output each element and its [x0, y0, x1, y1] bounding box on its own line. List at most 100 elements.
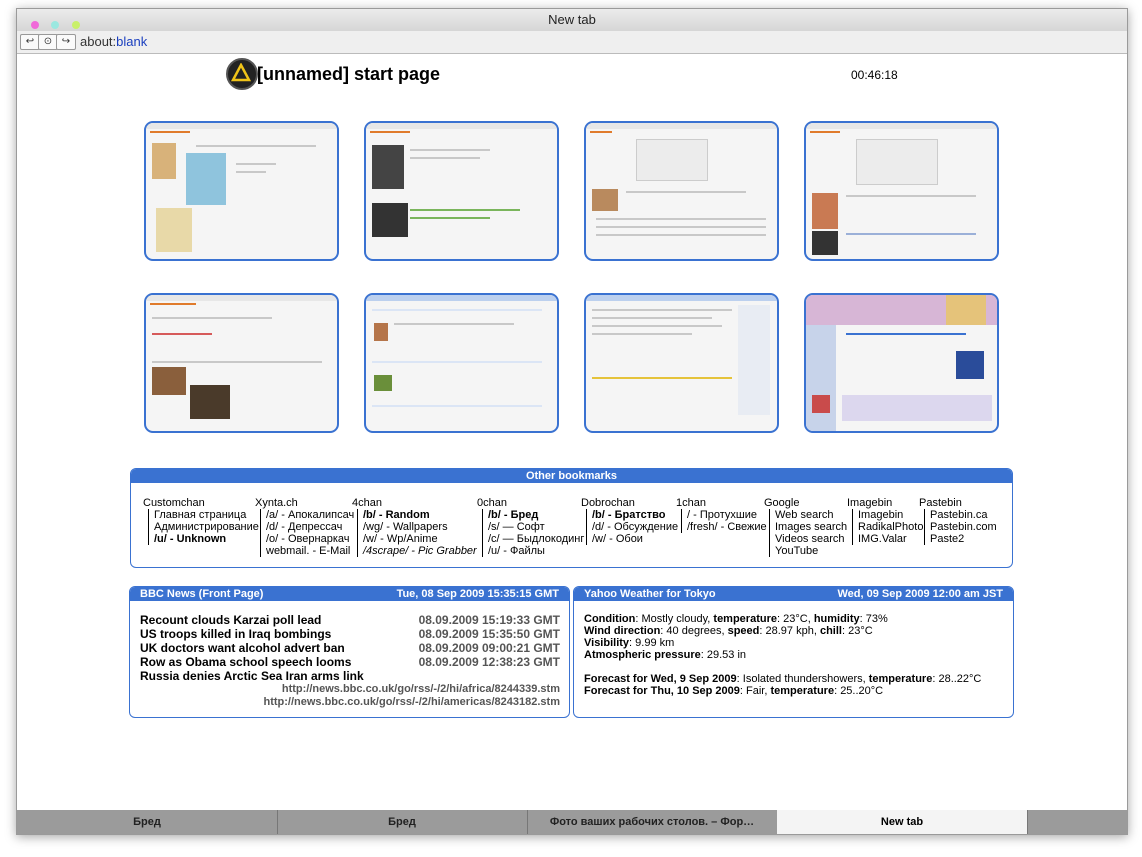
- bookmark-link[interactable]: /b/ - Бред: [482, 509, 584, 521]
- condition-value: Mostly cloudy: [641, 613, 708, 625]
- news-item[interactable]: Recount clouds Karzai poll lead 08.09.200…: [140, 613, 560, 627]
- news-title: BBC News (Front Page): [140, 588, 264, 600]
- address-bar: ↩ ⊙ ↪ about:blank: [17, 31, 1127, 54]
- humidity-value: 73%: [865, 613, 888, 625]
- url-scheme: about:: [80, 34, 117, 49]
- browser-tab[interactable]: Бред: [17, 810, 278, 834]
- bookmark-link[interactable]: /d/ - Депрессач: [260, 521, 354, 533]
- bookmark-link[interactable]: /b/ - Братство: [586, 509, 678, 521]
- news-item-date: 08.09.2009 09:00:21 GMT: [418, 641, 560, 655]
- news-date: Tue, 08 Sep 2009 15:35:15 GMT: [396, 588, 559, 600]
- news-item[interactable]: Russia denies Arctic Sea Iran arms link: [140, 669, 560, 683]
- bookmark-link[interactable]: / - Протухшие: [681, 509, 767, 521]
- forward-button[interactable]: ↪: [56, 34, 76, 50]
- thumbnail-3[interactable]: [584, 121, 779, 261]
- start-page: [unnamed] start page 00:46:18 Other book…: [17, 54, 1127, 810]
- bookmark-link[interactable]: RadikalPhoto: [852, 521, 923, 533]
- bookmark-group-title[interactable]: Xynta.ch: [255, 497, 354, 509]
- minimize-window-button[interactable]: [51, 21, 60, 29]
- thumbnail-5[interactable]: [144, 293, 339, 433]
- forecast-1-temp: 28..22°C: [938, 673, 982, 685]
- bookmark-link[interactable]: /u/ - Файлы: [482, 545, 584, 557]
- news-item-title[interactable]: Row as Obama school speech looms: [140, 655, 351, 669]
- bookmark-group-title[interactable]: 0chan: [477, 497, 584, 509]
- browser-tab[interactable]: Фото ваших рабочих столов. – Фор…: [527, 810, 778, 834]
- bookmark-group-title[interactable]: Pastebin: [919, 497, 997, 509]
- stop-button[interactable]: ⊙: [38, 34, 58, 50]
- bookmark-link[interactable]: Администрирование: [148, 521, 259, 533]
- weather-panel: Yahoo Weather for Tokyo Wed, 09 Sep 2009…: [573, 586, 1014, 718]
- news-url[interactable]: http://news.bbc.co.uk/go/rss/-/2/hi/amer…: [140, 696, 560, 709]
- bookmark-group-title[interactable]: 4chan: [352, 497, 477, 509]
- bookmark-link[interactable]: /d/ - Обсуждение: [586, 521, 678, 533]
- bookmark-link[interactable]: Pastebin.ca: [924, 509, 997, 521]
- thumbnail-2[interactable]: [364, 121, 559, 261]
- pressure-value: 29.53 in: [706, 649, 747, 661]
- weather-date: Wed, 09 Sep 2009 12:00 am JST: [837, 588, 1004, 600]
- browser-tab[interactable]: Бред: [277, 810, 528, 834]
- news-item[interactable]: UK doctors want alcohol advert ban 08.09.…: [140, 641, 560, 655]
- news-url[interactable]: http://news.bbc.co.uk/go/rss/-/2/hi/afri…: [140, 683, 560, 696]
- bookmark-link[interactable]: /wg/ - Wallpapers: [357, 521, 477, 533]
- bookmark-group-title[interactable]: Imagebin: [847, 497, 923, 509]
- humidity-label: humidity: [813, 613, 860, 625]
- bookmark-link[interactable]: /w/ - Обои: [586, 533, 678, 545]
- bookmark-group-title[interactable]: Dobrochan: [581, 497, 678, 509]
- bookmark-link[interactable]: webmail. - E-Mail: [260, 545, 354, 557]
- bookmark-group: 1chan / - Протухшие/fresh/ - Свежие: [676, 497, 767, 533]
- bookmark-link[interactable]: /a/ - Апокалипсач: [260, 509, 354, 521]
- bookmark-group: Xynta.ch/a/ - Апокалипсач/d/ - Депрессач…: [255, 497, 354, 557]
- bookmark-link[interactable]: /b/ - Random: [357, 509, 477, 521]
- news-panel: BBC News (Front Page) Tue, 08 Sep 2009 1…: [129, 586, 570, 718]
- news-item[interactable]: Row as Obama school speech looms 08.09.20…: [140, 655, 560, 669]
- thumbnail-1[interactable]: [144, 121, 339, 261]
- bookmark-group-title[interactable]: Customchan: [143, 497, 259, 509]
- bookmark-link[interactable]: /fresh/ - Свежие: [681, 521, 767, 533]
- close-window-button[interactable]: [31, 21, 39, 29]
- clock: 00:46:18: [851, 68, 898, 82]
- bookmark-link[interactable]: /u/ - Unknown: [148, 533, 259, 545]
- condition-label: Condition: [584, 613, 636, 625]
- news-item-title[interactable]: UK doctors want alcohol advert ban: [140, 641, 345, 655]
- bookmark-link[interactable]: /s/ — Софт: [482, 521, 584, 533]
- bookmark-group-title[interactable]: 1chan: [676, 497, 767, 509]
- bookmark-link[interactable]: /w/ - Wp/Anime: [357, 533, 477, 545]
- bookmark-link[interactable]: Videos search: [769, 533, 847, 545]
- news-item-date: 08.09.2009 15:35:50 GMT: [418, 627, 560, 641]
- news-item-title[interactable]: Recount clouds Karzai poll lead: [140, 613, 321, 627]
- news-item-title[interactable]: Russia denies Arctic Sea Iran arms link: [140, 669, 364, 683]
- bookmark-link[interactable]: Web search: [769, 509, 847, 521]
- bookmark-link[interactable]: Images search: [769, 521, 847, 533]
- weather-body: Condition: Mostly cloudy, temperature: 2…: [584, 613, 982, 697]
- browser-tab[interactable]: New tab: [777, 810, 1028, 834]
- speed-label: speed: [727, 625, 760, 637]
- bookmark-link[interactable]: Paste2: [924, 533, 997, 545]
- bookmark-link[interactable]: YouTube: [769, 545, 847, 557]
- bookmark-link[interactable]: IMG.Valar: [852, 533, 923, 545]
- bookmark-link[interactable]: /o/ - Овернаркач: [260, 533, 354, 545]
- bookmark-link[interactable]: /4scrape/ - Pic Grabber: [357, 545, 477, 557]
- wind-label: Wind direction: [584, 625, 661, 637]
- thumbnail-6[interactable]: [364, 293, 559, 433]
- bookmark-group: Pastebin Pastebin.ca Pastebin.com Paste2: [919, 497, 997, 545]
- bookmark-link[interactable]: /c/ — Быдлокодинг: [482, 533, 584, 545]
- zoom-window-button[interactable]: [71, 21, 80, 29]
- bookmark-group-title[interactable]: Google: [764, 497, 847, 509]
- forecast-2-temp: 25..20°C: [840, 685, 884, 697]
- url-field[interactable]: about:blank: [80, 34, 147, 49]
- thumbnail-8[interactable]: [804, 293, 999, 433]
- bookmark-link[interactable]: Главная страница: [148, 509, 259, 521]
- thumbnail-7[interactable]: [584, 293, 779, 433]
- tab-bar: Бред Бред Фото ваших рабочих столов. – Фор…: [17, 810, 1127, 834]
- title-bar: New tab: [17, 9, 1127, 31]
- bookmark-group: 0chan/b/ - Бред/s/ — Софт/c/ — Быдлокоди…: [477, 497, 584, 557]
- bookmarks-panel: Other bookmarks Customchan Главная страни…: [130, 468, 1013, 568]
- news-item[interactable]: US troops killed in Iraq bombings 08.09.2…: [140, 627, 560, 641]
- back-button[interactable]: ↩: [20, 34, 40, 50]
- bookmark-link[interactable]: Pastebin.com: [924, 521, 997, 533]
- news-item-title[interactable]: US troops killed in Iraq bombings: [140, 627, 331, 641]
- temperature-label: temperature: [713, 613, 777, 625]
- forecast-2-value: Fair: [746, 685, 765, 697]
- bookmark-link[interactable]: Imagebin: [852, 509, 923, 521]
- thumbnail-4[interactable]: [804, 121, 999, 261]
